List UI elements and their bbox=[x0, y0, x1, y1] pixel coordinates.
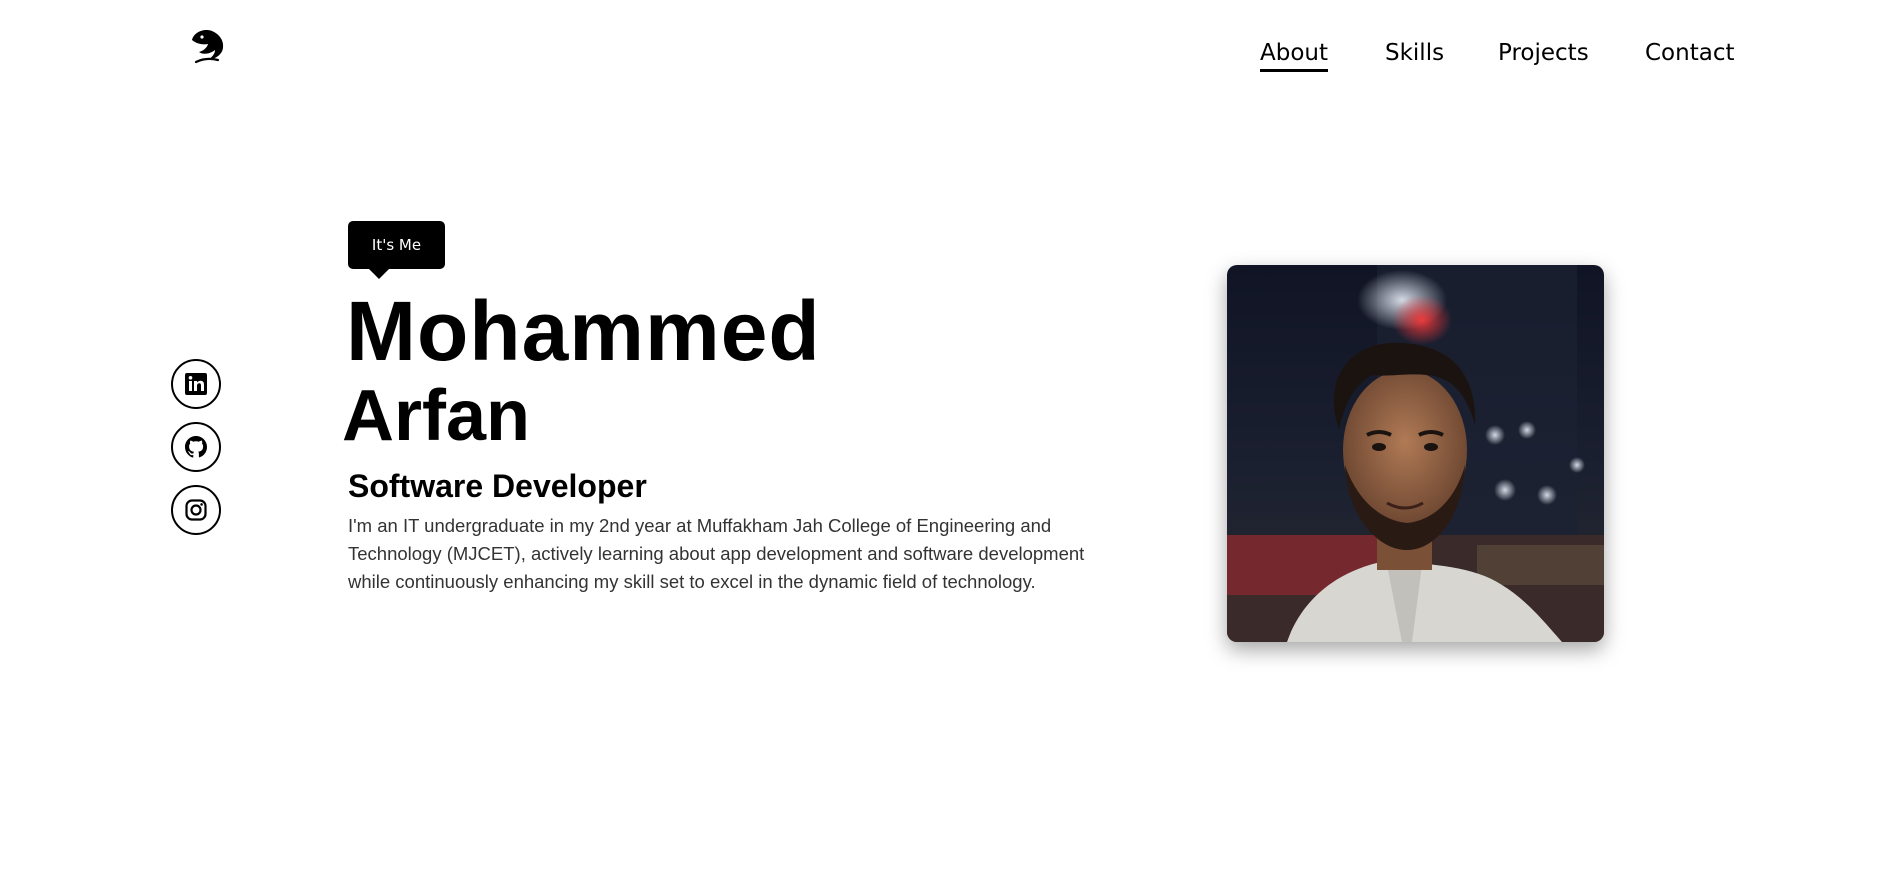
instagram-link[interactable] bbox=[171, 485, 221, 535]
nav-link-contact[interactable]: Contact bbox=[1645, 38, 1734, 68]
nav-link-about[interactable]: About bbox=[1260, 38, 1329, 72]
nav-link-projects[interactable]: Projects bbox=[1498, 38, 1589, 68]
its-me-badge: It's Me bbox=[348, 221, 445, 279]
hero-role: Software Developer bbox=[348, 468, 647, 504]
linkedin-link[interactable] bbox=[171, 359, 221, 409]
hero-first-name: Mohammed bbox=[346, 284, 821, 378]
nav-link-skills[interactable]: Skills bbox=[1385, 38, 1444, 68]
hero-last-name: Arfan bbox=[342, 376, 531, 456]
linkedin-icon bbox=[185, 373, 207, 395]
github-link[interactable] bbox=[171, 422, 221, 472]
github-icon bbox=[185, 436, 207, 458]
profile-photo bbox=[1227, 265, 1604, 642]
main-nav: About Skills Projects Contact bbox=[0, 38, 1897, 78]
hero-bio: I'm an IT undergraduate in my 2nd year a… bbox=[348, 515, 1085, 592]
instagram-icon bbox=[185, 499, 207, 521]
social-links bbox=[171, 359, 223, 548]
